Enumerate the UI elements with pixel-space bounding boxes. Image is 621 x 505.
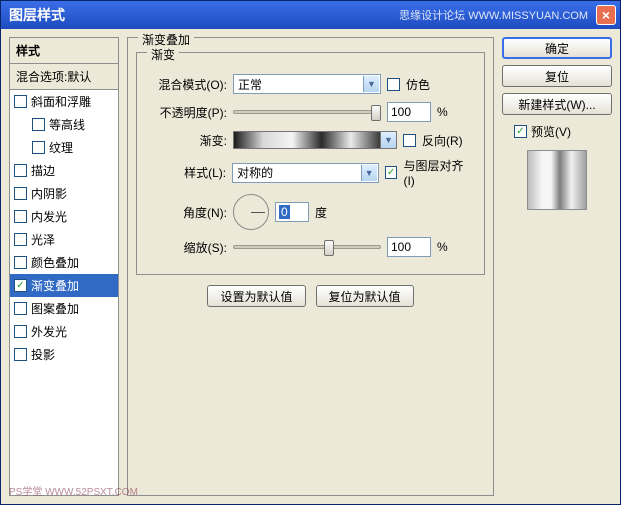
angle-label: 角度(N): xyxy=(147,204,227,221)
dither-label: 仿色 xyxy=(406,76,430,93)
style-item-label: 颜色叠加 xyxy=(31,254,79,271)
style-item-7[interactable]: 颜色叠加 xyxy=(10,251,118,274)
style-checkbox[interactable] xyxy=(14,256,27,269)
style-item-label: 纹理 xyxy=(49,139,73,156)
style-item-label: 图案叠加 xyxy=(31,300,79,317)
chevron-down-icon: ▼ xyxy=(384,135,393,145)
window-title: 图层样式 xyxy=(5,5,399,25)
style-item-label: 渐变叠加 xyxy=(31,277,79,294)
style-checkbox[interactable] xyxy=(14,325,27,338)
style-item-label: 光泽 xyxy=(31,231,55,248)
inner-group-title: 渐变 xyxy=(147,46,179,63)
chevron-down-icon: ▼ xyxy=(363,76,379,92)
style-select[interactable]: 对称的 ▼ xyxy=(232,163,378,183)
angle-unit: 度 xyxy=(315,204,327,221)
style-checkbox[interactable] xyxy=(14,164,27,177)
scale-input[interactable]: 100 xyxy=(387,237,431,257)
sidebar-blending-options[interactable]: 混合选项:默认 xyxy=(9,64,119,90)
settings-panel: 渐变叠加 渐变 混合模式(O): 正常 ▼ 仿色 不透明度(P): 100 xyxy=(127,37,494,496)
style-checkbox[interactable] xyxy=(32,141,45,154)
scale-label: 缩放(S): xyxy=(147,239,227,256)
style-checkbox[interactable] xyxy=(14,348,27,361)
new-style-button[interactable]: 新建样式(W)... xyxy=(502,93,612,115)
style-item-0[interactable]: 斜面和浮雕 xyxy=(10,90,118,113)
style-item-label: 投影 xyxy=(31,346,55,363)
styles-sidebar: 样式 混合选项:默认 斜面和浮雕等高线纹理描边内阴影内发光光泽颜色叠加 ✓ 渐变叠加… xyxy=(9,37,119,496)
style-item-3[interactable]: 描边 xyxy=(10,159,118,182)
dither-checkbox[interactable] xyxy=(387,78,400,91)
style-item-label: 等高线 xyxy=(49,116,85,133)
dialog-body: 样式 混合选项:默认 斜面和浮雕等高线纹理描边内阴影内发光光泽颜色叠加✓渐变叠加… xyxy=(1,29,620,504)
style-checkbox[interactable] xyxy=(14,210,27,223)
style-checkbox[interactable] xyxy=(14,233,27,246)
opacity-label: 不透明度(P): xyxy=(147,104,227,121)
angle-input[interactable]: 0 xyxy=(275,202,309,222)
style-item-label: 内阴影 xyxy=(31,185,67,202)
align-label: 与图层对齐(I) xyxy=(403,157,474,188)
style-checkbox[interactable] xyxy=(32,118,45,131)
reset-default-button[interactable]: 复位为默认值 xyxy=(316,285,414,307)
blend-mode-value: 正常 xyxy=(238,76,262,93)
style-item-label: 描边 xyxy=(31,162,55,179)
scale-unit: % xyxy=(437,240,448,254)
style-checkbox[interactable] xyxy=(14,302,27,315)
make-default-button[interactable]: 设置为默认值 xyxy=(207,285,305,307)
style-value: 对称的 xyxy=(237,164,273,181)
style-item-6[interactable]: 光泽 xyxy=(10,228,118,251)
preview-label: 预览(V) xyxy=(531,123,571,140)
reverse-checkbox[interactable] xyxy=(403,134,416,147)
opacity-slider[interactable] xyxy=(233,110,381,114)
right-buttons: 确定 复位 新建样式(W)... ✓ 预览(V) xyxy=(502,37,612,496)
style-item-label: 外发光 xyxy=(31,323,67,340)
angle-dial[interactable] xyxy=(233,194,269,230)
gradient-label: 渐变: xyxy=(147,132,227,149)
close-icon: × xyxy=(602,7,610,23)
style-item-2[interactable]: 纹理 xyxy=(10,136,118,159)
style-list: 斜面和浮雕等高线纹理描边内阴影内发光光泽颜色叠加 ✓ 渐变叠加图案叠加外发光投影 xyxy=(9,90,119,496)
style-item-9[interactable]: 图案叠加 xyxy=(10,297,118,320)
style-item-label: 内发光 xyxy=(31,208,67,225)
style-label: 样式(L): xyxy=(147,164,226,181)
style-item-4[interactable]: 内阴影 xyxy=(10,182,118,205)
gradient-group: 渐变 混合模式(O): 正常 ▼ 仿色 不透明度(P): 100 % xyxy=(136,52,485,275)
style-item-10[interactable]: 外发光 xyxy=(10,320,118,343)
layer-style-dialog: 图层样式 思缘设计论坛 WWW.MISSYUAN.COM × 样式 混合选项:默… xyxy=(0,0,621,505)
align-checkbox[interactable]: ✓ xyxy=(385,166,398,179)
opacity-unit: % xyxy=(437,105,448,119)
gradient-dropdown-button[interactable]: ▼ xyxy=(381,131,397,149)
sidebar-header[interactable]: 样式 xyxy=(9,37,119,64)
style-item-1[interactable]: 等高线 xyxy=(10,113,118,136)
preview-thumbnail xyxy=(527,150,587,210)
footer-watermark: PS学堂 WWW.52PSXT.COM xyxy=(9,483,138,498)
cancel-button[interactable]: 复位 xyxy=(502,65,612,87)
style-item-8[interactable]: ✓ 渐变叠加 xyxy=(10,274,118,297)
style-item-11[interactable]: 投影 xyxy=(10,343,118,366)
titlebar[interactable]: 图层样式 思缘设计论坛 WWW.MISSYUAN.COM × xyxy=(1,1,620,29)
scale-slider[interactable] xyxy=(233,245,381,249)
style-item-5[interactable]: 内发光 xyxy=(10,205,118,228)
blend-mode-label: 混合模式(O): xyxy=(147,76,227,93)
style-checkbox[interactable]: ✓ xyxy=(14,279,27,292)
style-checkbox[interactable] xyxy=(14,187,27,200)
style-checkbox[interactable] xyxy=(14,95,27,108)
close-button[interactable]: × xyxy=(596,5,616,25)
ok-button[interactable]: 确定 xyxy=(502,37,612,59)
blend-mode-select[interactable]: 正常 ▼ xyxy=(233,74,381,94)
opacity-input[interactable]: 100 xyxy=(387,102,431,122)
chevron-down-icon: ▼ xyxy=(361,165,377,181)
watermark-text: 思缘设计论坛 WWW.MISSYUAN.COM xyxy=(399,7,588,23)
reverse-label: 反向(R) xyxy=(422,132,463,149)
preview-checkbox[interactable]: ✓ xyxy=(514,125,527,138)
style-item-label: 斜面和浮雕 xyxy=(31,93,91,110)
gradient-preview[interactable] xyxy=(233,131,381,149)
